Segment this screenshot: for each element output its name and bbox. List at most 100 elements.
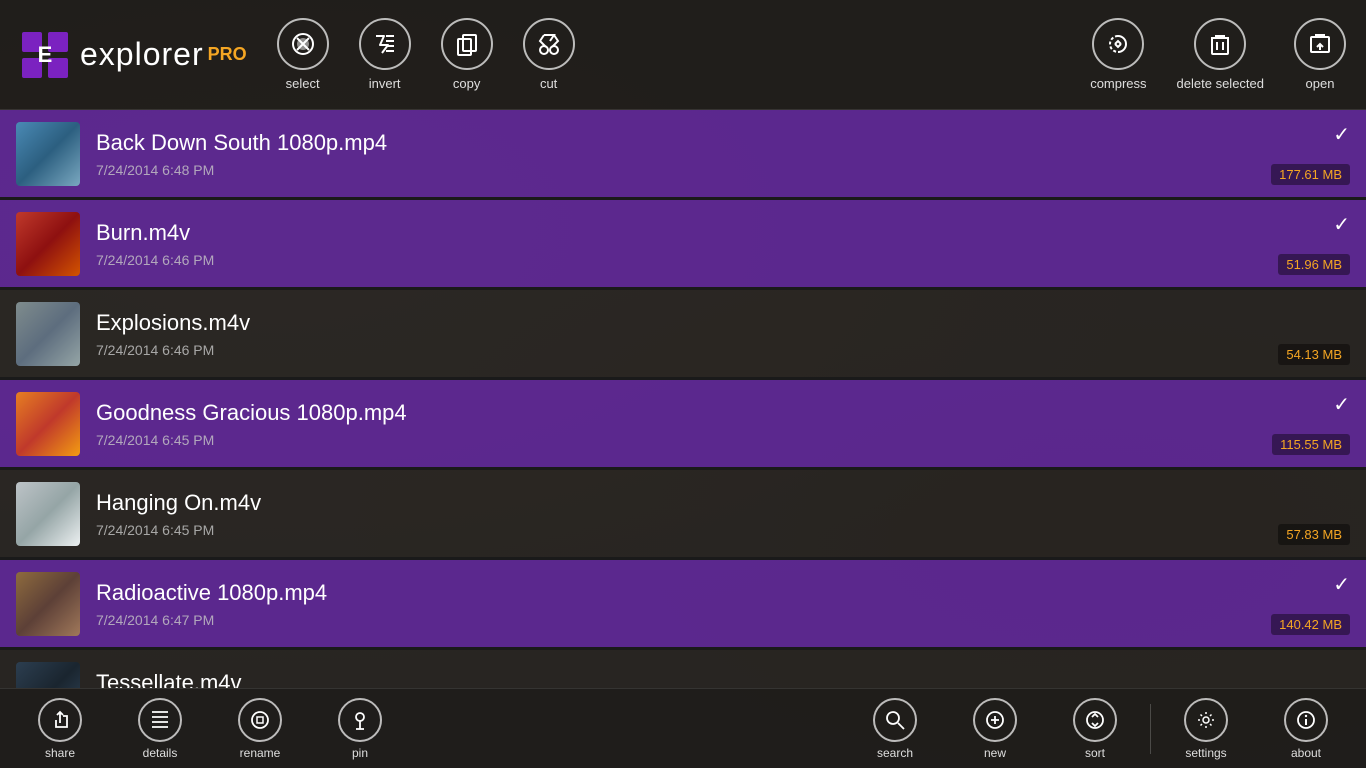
- compress-button[interactable]: compress: [1090, 18, 1146, 91]
- app-title: explorer: [80, 36, 204, 73]
- open-icon: [1294, 18, 1346, 70]
- rename-button[interactable]: rename: [210, 698, 310, 760]
- invert-icon: [359, 18, 411, 70]
- file-size: 140.42 MB: [1271, 614, 1350, 635]
- file-item[interactable]: Explosions.m4v 7/24/2014 6:46 PM 54.13 M…: [0, 290, 1366, 380]
- file-info: Burn.m4v 7/24/2014 6:46 PM: [96, 220, 1350, 268]
- file-thumbnail: [16, 662, 80, 689]
- settings-icon: [1184, 698, 1228, 742]
- open-button[interactable]: open: [1294, 18, 1346, 91]
- check-mark: ✓: [1333, 212, 1350, 237]
- share-button[interactable]: share: [10, 698, 110, 760]
- compress-label: compress: [1090, 76, 1146, 91]
- delete-selected-label: delete selected: [1177, 76, 1264, 91]
- check-mark: ✓: [1333, 122, 1350, 147]
- file-name: Radioactive 1080p.mp4: [96, 580, 1350, 606]
- file-size: 115.55 MB: [1272, 434, 1350, 455]
- about-label: about: [1291, 746, 1321, 760]
- file-date: 7/24/2014 6:46 PM: [96, 342, 1350, 358]
- file-size: 54.13 MB: [1278, 344, 1350, 365]
- file-info: Goodness Gracious 1080p.mp4 7/24/2014 6:…: [96, 400, 1350, 448]
- open-label: open: [1306, 76, 1335, 91]
- app-pro-label: PRO: [208, 44, 247, 65]
- compress-icon: [1092, 18, 1144, 70]
- cut-label: cut: [540, 76, 557, 91]
- pin-icon: [338, 698, 382, 742]
- details-icon: [138, 698, 182, 742]
- settings-label: settings: [1185, 746, 1226, 760]
- copy-label: copy: [453, 76, 480, 91]
- file-name: Goodness Gracious 1080p.mp4: [96, 400, 1350, 426]
- svg-text:E: E: [38, 42, 53, 67]
- file-date: 7/24/2014 6:46 PM: [96, 252, 1350, 268]
- copy-button[interactable]: copy: [441, 18, 493, 91]
- new-label: new: [984, 746, 1006, 760]
- file-info: Tessellate.m4v 7/24/2014 6:45 PM: [96, 670, 1350, 689]
- rename-label: rename: [240, 746, 281, 760]
- settings-button[interactable]: settings: [1156, 698, 1256, 760]
- search-icon: [873, 698, 917, 742]
- toolbar-right-buttons: compress delete selected open: [1090, 18, 1346, 91]
- cut-button[interactable]: cut: [523, 18, 575, 91]
- toolbar-left-buttons: select invert copy cut: [277, 18, 575, 91]
- copy-icon: [441, 18, 493, 70]
- file-size: 51.96 MB: [1278, 254, 1350, 275]
- delete-selected-button[interactable]: delete selected: [1177, 18, 1264, 91]
- sort-button[interactable]: sort: [1045, 698, 1145, 760]
- search-label: search: [877, 746, 913, 760]
- file-thumbnail: [16, 302, 80, 366]
- file-thumbnail: [16, 572, 80, 636]
- select-icon: [277, 18, 329, 70]
- file-item[interactable]: Radioactive 1080p.mp4 7/24/2014 6:47 PM …: [0, 560, 1366, 650]
- check-mark: ✓: [1333, 392, 1350, 417]
- select-button[interactable]: select: [277, 18, 329, 91]
- file-item[interactable]: Hanging On.m4v 7/24/2014 6:45 PM 57.83 M…: [0, 470, 1366, 560]
- file-size: 57.83 MB: [1278, 524, 1350, 545]
- about-button[interactable]: about: [1256, 698, 1356, 760]
- delete-icon: [1194, 18, 1246, 70]
- sort-label: sort: [1085, 746, 1105, 760]
- logo-icon: E: [20, 30, 70, 80]
- rename-icon: [238, 698, 282, 742]
- file-thumbnail: [16, 212, 80, 276]
- invert-button[interactable]: invert: [359, 18, 411, 91]
- check-mark: ✓: [1333, 572, 1350, 597]
- file-item[interactable]: Back Down South 1080p.mp4 7/24/2014 6:48…: [0, 110, 1366, 200]
- file-list: Back Down South 1080p.mp4 7/24/2014 6:48…: [0, 110, 1366, 688]
- file-item[interactable]: Tessellate.m4v 7/24/2014 6:45 PM 32.11 M…: [0, 650, 1366, 688]
- pin-button[interactable]: pin: [310, 698, 410, 760]
- file-size: 177.61 MB: [1271, 164, 1350, 185]
- cut-icon: [523, 18, 575, 70]
- file-thumbnail: [16, 392, 80, 456]
- file-name: Tessellate.m4v: [96, 670, 1350, 689]
- file-item[interactable]: Goodness Gracious 1080p.mp4 7/24/2014 6:…: [0, 380, 1366, 470]
- file-date: 7/24/2014 6:45 PM: [96, 432, 1350, 448]
- file-info: Back Down South 1080p.mp4 7/24/2014 6:48…: [96, 130, 1350, 178]
- bottom-toolbar: share details rename pin search new: [0, 688, 1366, 768]
- new-button[interactable]: new: [945, 698, 1045, 760]
- file-name: Hanging On.m4v: [96, 490, 1350, 516]
- file-item[interactable]: Burn.m4v 7/24/2014 6:46 PM ✓ 51.96 MB: [0, 200, 1366, 290]
- logo-area: E explorer PRO: [20, 30, 247, 80]
- file-info: Explosions.m4v 7/24/2014 6:46 PM: [96, 310, 1350, 358]
- select-label: select: [286, 76, 320, 91]
- details-label: details: [143, 746, 178, 760]
- search-button[interactable]: search: [845, 698, 945, 760]
- file-name: Burn.m4v: [96, 220, 1350, 246]
- file-info: Radioactive 1080p.mp4 7/24/2014 6:47 PM: [96, 580, 1350, 628]
- file-thumbnail: [16, 122, 80, 186]
- invert-label: invert: [369, 76, 401, 91]
- pin-label: pin: [352, 746, 368, 760]
- new-icon: [973, 698, 1017, 742]
- file-name: Back Down South 1080p.mp4: [96, 130, 1350, 156]
- share-label: share: [45, 746, 75, 760]
- file-info: Hanging On.m4v 7/24/2014 6:45 PM: [96, 490, 1350, 538]
- details-button[interactable]: details: [110, 698, 210, 760]
- share-icon: [38, 698, 82, 742]
- about-icon: [1284, 698, 1328, 742]
- toolbar-divider: [1150, 704, 1151, 754]
- sort-icon: [1073, 698, 1117, 742]
- file-date: 7/24/2014 6:45 PM: [96, 522, 1350, 538]
- file-date: 7/24/2014 6:48 PM: [96, 162, 1350, 178]
- file-thumbnail: [16, 482, 80, 546]
